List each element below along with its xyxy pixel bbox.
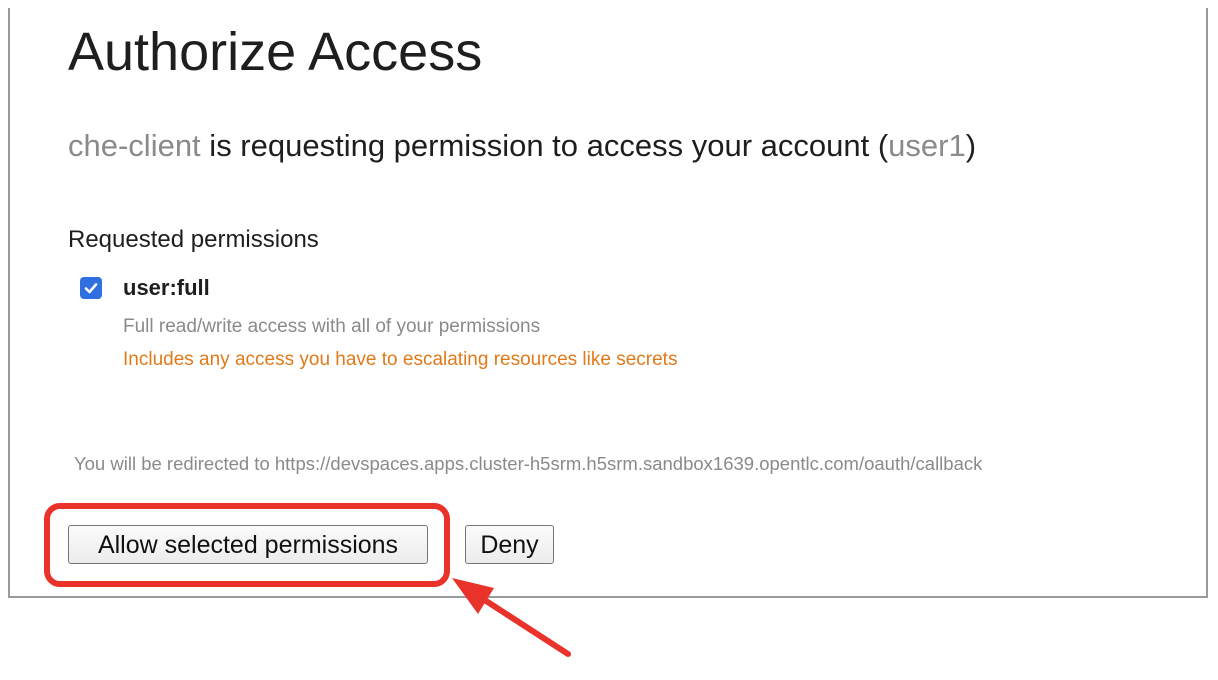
permissions-heading: Requested permissions — [68, 226, 319, 253]
redirect-notice: You will be redirected to https://devspa… — [74, 453, 983, 474]
permission-description: Full read/write access with all of your … — [123, 316, 541, 337]
permission-item: user:full — [80, 273, 210, 303]
allow-button[interactable]: Allow selected permissions — [68, 525, 428, 564]
request-statement: che-client is requesting permission to a… — [68, 124, 976, 168]
authorize-panel — [8, 8, 1208, 598]
account-name: user1 — [888, 128, 966, 163]
permission-name: user:full — [123, 275, 210, 300]
deny-button[interactable]: Deny — [465, 525, 554, 564]
request-text: is requesting permission to access your … — [200, 128, 889, 163]
request-text-end: ) — [965, 128, 977, 163]
permission-warning: Includes any access you have to escalati… — [123, 349, 678, 370]
permission-checkbox[interactable] — [80, 277, 102, 299]
client-name: che-client — [68, 128, 201, 163]
checkmark-icon — [84, 283, 98, 294]
page-title: Authorize Access — [68, 22, 483, 82]
